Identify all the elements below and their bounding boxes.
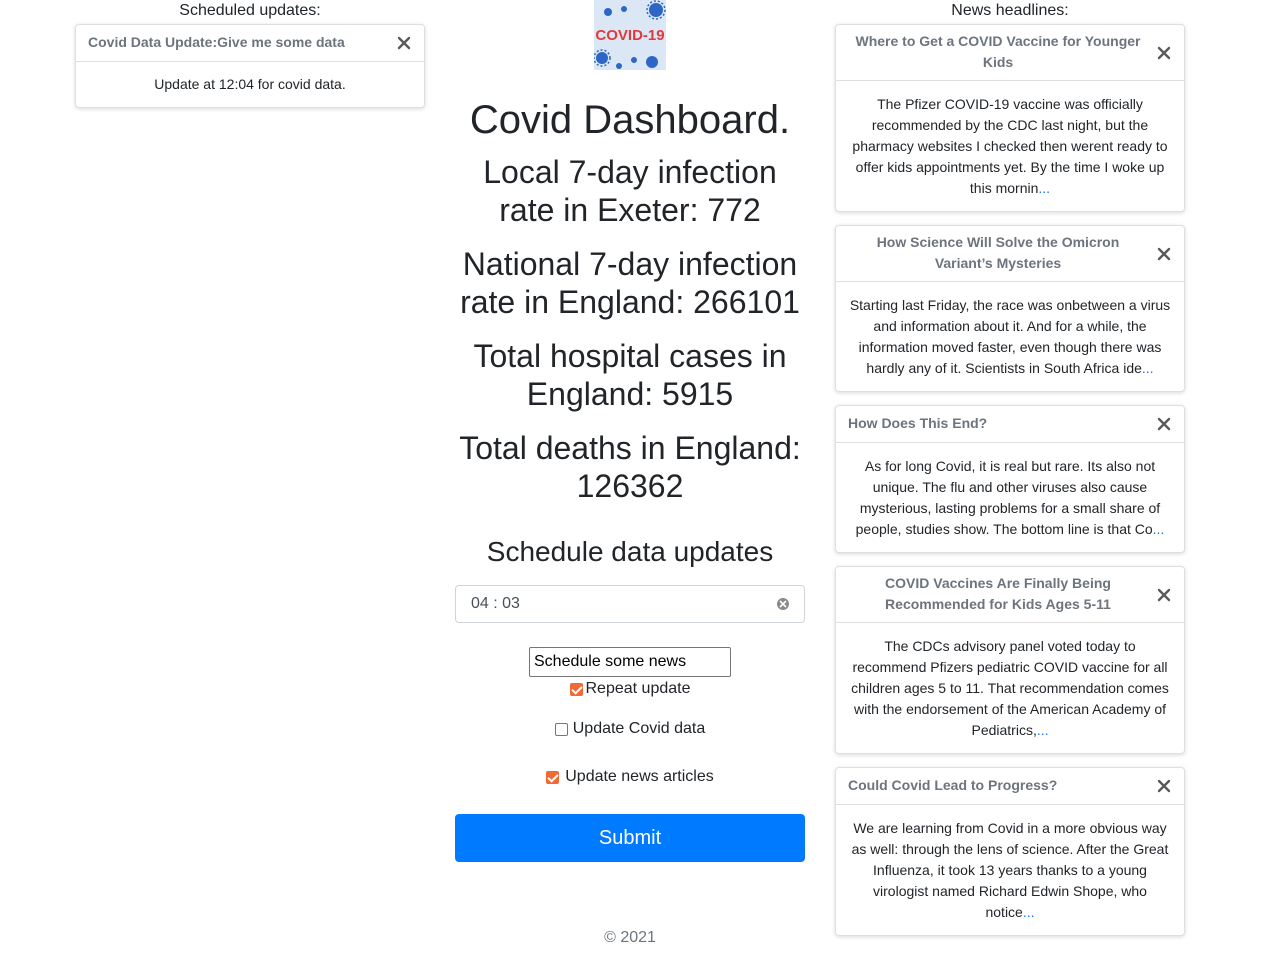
close-icon[interactable] [396,35,412,51]
news-card: Where to Get a COVID Vaccine for Younger… [835,24,1185,212]
news-body-text: As for long Covid, it is real but rare. … [855,458,1161,537]
scheduled-updates-heading: Scheduled updates: [179,2,321,19]
news-card-title: How Does This End? [836,406,1184,443]
footer-copyright: © 2021 [604,929,656,946]
read-more-link[interactable]: ... [1038,180,1050,196]
read-more-link[interactable]: ... [1153,521,1165,537]
news-card-body: As for long Covid, it is real but rare. … [836,443,1184,552]
clear-icon[interactable] [776,597,790,611]
submit-button[interactable]: Submit [455,814,805,862]
scheduled-update-body: Update at 12:04 for covid data. [154,76,346,92]
scheduled-updates-column: Scheduled updates: Covid Data Update:Giv… [75,0,425,108]
close-icon[interactable] [1156,587,1172,603]
news-card-title: How Science Will Solve the Omicron Varia… [836,226,1184,282]
schedule-title: Schedule data updates [486,536,774,567]
local-infection-rate: Local 7-day infection rate in Exeter: 77… [483,154,777,228]
national-infection-rate: National 7-day infection rate in England… [460,246,800,320]
news-card-title: Where to Get a COVID Vaccine for Younger… [836,25,1184,81]
news-card-body: Starting last Friday, the race was onbet… [836,282,1184,391]
scheduled-update-card: Covid Data Update:Give me some data Upda… [75,24,425,108]
news-title-text: COVID Vaccines Are Finally Being Recomme… [885,575,1111,612]
news-card: How Does This End? As for long Covid, it… [835,405,1185,553]
close-icon[interactable] [1156,416,1172,432]
covid-label: Update Covid data [572,720,706,737]
scheduled-update-title-text: Covid Data Update:Give me some data [88,34,345,50]
time-value: 04 : 03 [471,595,520,612]
news-column: News headlines: Where to Get a COVID Vac… [835,0,1185,936]
news-card: How Science Will Solve the Omicron Varia… [835,225,1185,392]
news-title-text: How Does This End? [848,415,988,431]
news-body-text: The Pfizer COVID-19 vaccine was official… [852,96,1168,196]
read-more-link[interactable]: ... [1142,360,1154,376]
covid-checkbox[interactable] [554,722,568,736]
covid-logo: COVID-19 [594,0,666,70]
repeat-update-row: Repeat update [455,679,805,699]
page-title: Covid Dashboard. [469,98,791,142]
news-body-text: Starting last Friday, the race was onbet… [849,297,1171,376]
close-icon[interactable] [1156,246,1172,262]
news-heading: News headlines: [951,2,1069,19]
time-input[interactable]: 04 : 03 [455,585,805,623]
news-title-text: Could Covid Lead to Progress? [848,777,1058,793]
update-name-input[interactable]: Schedule some news [529,647,731,677]
news-card-body: We are learning from Covid in a more obv… [836,805,1184,935]
read-more-link[interactable]: ... [1023,904,1035,920]
news-card-body: The CDCs advisory panel voted today to r… [836,623,1184,753]
news-card-body: The Pfizer COVID-19 vaccine was official… [836,81,1184,211]
scheduled-update-title: Covid Data Update:Give me some data [76,25,424,62]
news-body-text: The CDCs advisory panel voted today to r… [851,638,1169,738]
news-card-title: COVID Vaccines Are Finally Being Recomme… [836,567,1184,623]
read-more-link[interactable]: ... [1037,722,1049,738]
repeat-label: Repeat update [585,680,691,697]
news-body-text: We are learning from Covid in a more obv… [851,820,1169,920]
news-checkbox[interactable] [546,770,560,784]
hospital-cases: Total hospital cases in England: 5915 [473,338,787,412]
news-card: COVID Vaccines Are Finally Being Recomme… [835,566,1185,754]
news-title-text: Where to Get a COVID Vaccine for Younger… [855,33,1141,70]
update-covid-row: Update Covid data [455,719,805,739]
repeat-checkbox[interactable] [569,682,583,696]
dashboard-column: COVID-19 Covid Dashboard. Local 7-day in… [455,0,805,862]
news-title-text: How Science Will Solve the Omicron Varia… [876,234,1120,271]
update-news-row: Update news articles [455,767,805,787]
close-icon[interactable] [1156,45,1172,61]
total-deaths: Total deaths in England: 126362 [459,430,801,504]
logo-text: COVID-19 [595,27,664,44]
news-label: Update news articles [565,768,714,785]
news-card-title: Could Covid Lead to Progress? [836,768,1184,805]
news-card: Could Covid Lead to Progress? We are lea… [835,767,1185,936]
close-icon[interactable] [1156,778,1172,794]
